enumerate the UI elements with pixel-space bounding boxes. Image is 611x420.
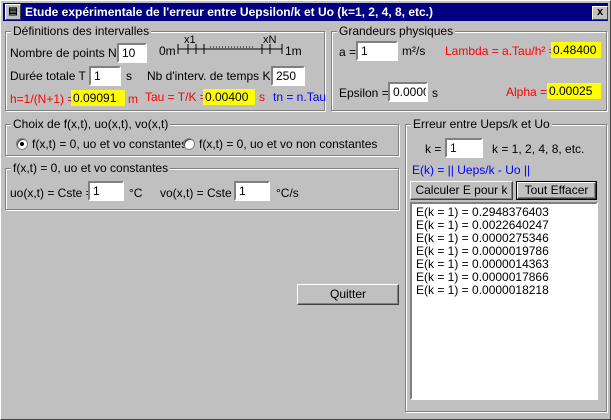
xN-label: xN (263, 34, 277, 46)
h-label: h=1/(N+1) = (10, 92, 75, 106)
radio-constant-label[interactable]: f(x,t) = 0, uo et vo constantes (32, 137, 187, 151)
window-title: Etude expérimentale de l'erreur entre Ue… (25, 5, 433, 19)
alpha-value: 0.00025 (547, 83, 601, 99)
t-unit: s (126, 69, 132, 83)
list-item[interactable]: E(k = 1) = 0.0000018218 (416, 284, 592, 297)
clear-all-button[interactable]: Tout Effacer (516, 181, 597, 200)
tau-value: 0.00400 (203, 89, 255, 105)
tn-label: tn = n.Tau (273, 90, 327, 104)
k-intervals-label: Nb d'interv. de temps K = (147, 69, 281, 83)
tau-unit: s (259, 90, 265, 104)
h-unit: m (128, 92, 138, 106)
error-formula: E(k) = || Ueps/k - Uo || (412, 163, 531, 177)
title-bar: ▤ Etude expérimentale de l'erreur entre … (3, 3, 608, 21)
vo-input[interactable]: 1 (234, 181, 270, 201)
group-constants-legend: f(x,t) = 0, uo et vo constantes (11, 161, 171, 175)
uo-label: uo(x,t) = Cste = (10, 186, 93, 200)
results-list[interactable]: E(k = 1) = 0.2948376403 E(k = 1) = 0.002… (410, 202, 598, 400)
radio-selected-dot (20, 142, 24, 146)
epsilon-unit: s (432, 86, 438, 100)
group-error-legend: Erreur entre Ueps/k et Uo (411, 117, 552, 131)
epsilon-label: Epsilon = (339, 86, 389, 100)
h-value: 0.09091 (71, 90, 125, 106)
x1-label: x1 (184, 34, 196, 46)
a-label: a = (339, 45, 357, 59)
close-button[interactable]: x (592, 6, 608, 20)
n-label: Nombre de points N = (10, 46, 128, 60)
n-input[interactable]: 10 (117, 43, 147, 63)
a-input[interactable]: 1 (356, 41, 398, 61)
radio-non-constant[interactable] (183, 138, 195, 150)
k-label: k = (425, 142, 442, 156)
vo-unit: °C/s (276, 186, 299, 200)
radio-constant[interactable] (16, 138, 28, 150)
grid-diagram (177, 44, 283, 54)
vo-label: vo(x,t) = Cste = (160, 186, 243, 200)
k-input[interactable]: 1 (445, 138, 483, 158)
k-intervals-input[interactable]: 250 (271, 66, 305, 86)
radio-non-constant-label[interactable]: f(x,t) = 0, uo et vo non constantes (199, 137, 377, 151)
uo-unit: °C (129, 186, 143, 200)
lambda-label: Lambda = a.Tau/h² = (445, 44, 556, 58)
k-hint: k = 1, 2, 4, 8, etc. (492, 142, 585, 156)
one-m-label: 1m (285, 44, 302, 58)
t-input[interactable]: 1 (89, 66, 121, 86)
zero-m-label: 0m (159, 44, 176, 58)
lambda-value: 0.48400 (551, 42, 601, 58)
group-definitions-legend: Définitions des intervalles (11, 24, 152, 38)
epsilon-input[interactable]: 0.0000 (388, 82, 428, 102)
group-physical-legend: Grandeurs physiques (337, 24, 456, 38)
tau-label: Tau = T/K = (145, 90, 207, 104)
alpha-label: Alpha = (506, 85, 548, 99)
app-icon: ▤ (5, 4, 21, 20)
main-window: ▤ Etude expérimentale de l'erreur entre … (0, 0, 611, 420)
t-label: Durée totale T = (10, 69, 96, 83)
uo-input[interactable]: 1 (88, 181, 124, 201)
quit-button[interactable]: Quitter (297, 284, 399, 305)
a-unit: m²/s (402, 44, 426, 58)
group-choice-legend: Choix de f(x,t), uo(x,t), vo(x,t) (11, 117, 171, 131)
calculate-button[interactable]: Calculer E pour k (410, 181, 513, 200)
